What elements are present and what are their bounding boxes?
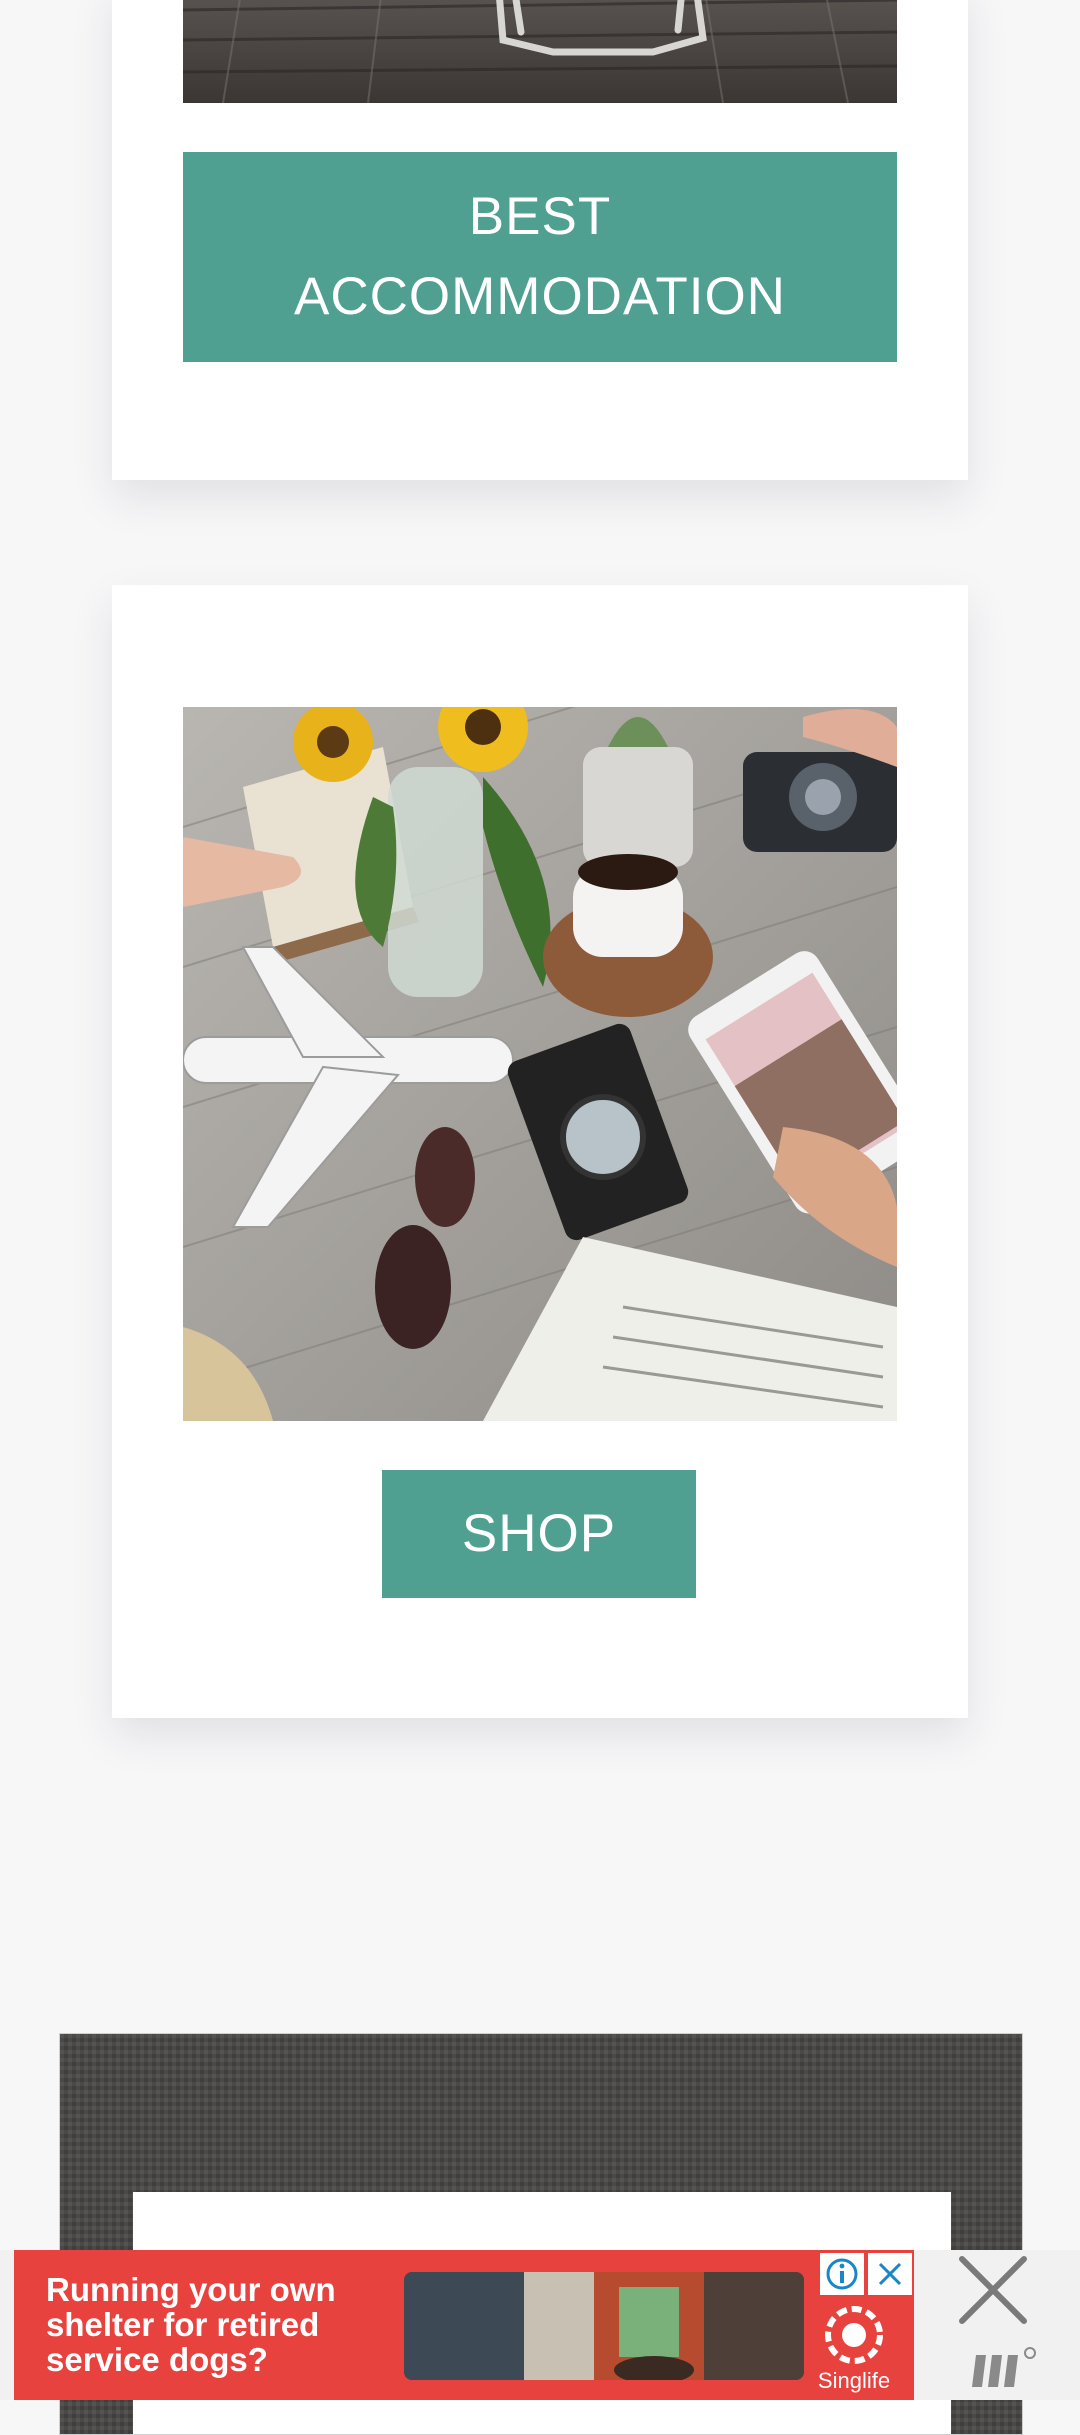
best-accommodation-label: BEST ACCOMMODATION <box>294 187 786 326</box>
travel-flatlay-photo <box>183 707 897 1421</box>
ad-banner[interactable]: Running your own shelter for retired ser… <box>14 2250 914 2400</box>
ad-image[interactable] <box>404 2272 804 2380</box>
ad-headline[interactable]: Running your own shelter for retired ser… <box>46 2272 406 2377</box>
ad-brand-name[interactable]: Singlife <box>804 2368 904 2394</box>
shop-button-label: SHOP <box>461 1504 617 1563</box>
brand-logo-icon[interactable] <box>819 2300 889 2370</box>
shop-card: SHOP <box>112 585 968 1718</box>
best-accommodation-button[interactable]: BEST ACCOMMODATION <box>183 152 897 362</box>
info-icon[interactable] <box>820 2253 864 2295</box>
accommodation-card: BEST ACCOMMODATION <box>112 0 968 480</box>
sticky-ad-bar: Running your own shelter for retired ser… <box>0 2250 1080 2400</box>
accommodation-photo <box>183 0 897 103</box>
ad-close-icon[interactable] <box>868 2253 912 2295</box>
ad-network-logo-icon <box>972 2347 1036 2387</box>
dismiss-ad-button[interactable] <box>953 2250 1033 2330</box>
close-icon <box>959 2256 1027 2324</box>
shop-button[interactable]: SHOP <box>382 1470 696 1598</box>
